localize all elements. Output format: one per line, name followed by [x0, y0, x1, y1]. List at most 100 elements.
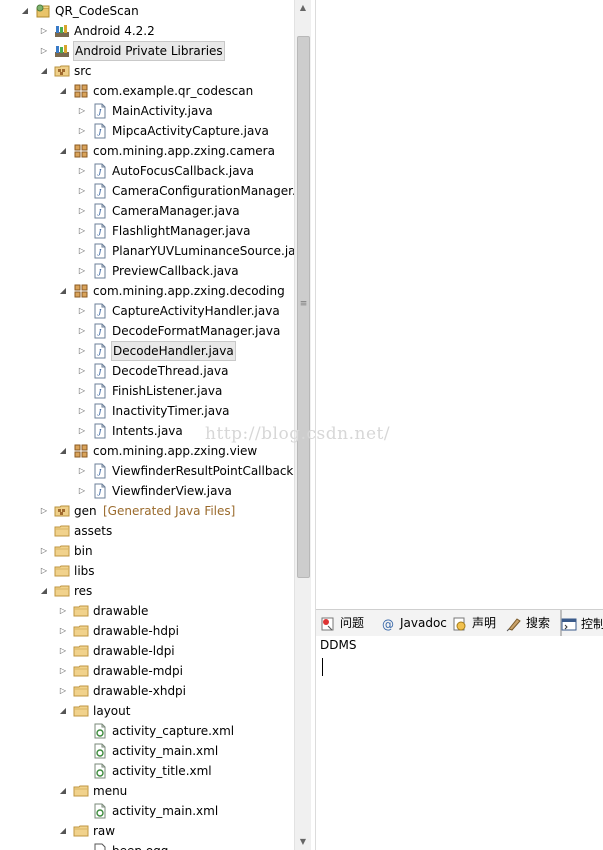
folder-icon — [73, 663, 89, 679]
tree-item-label: activity_main.xml — [112, 744, 219, 758]
tree-collapsed-arrow-icon[interactable]: ▷ — [77, 421, 87, 441]
tree-item-label: ViewfinderResultPointCallback.java — [112, 464, 294, 478]
tree-item-label: assets — [74, 524, 113, 538]
tree-expanded-arrow-icon[interactable]: ◢ — [20, 1, 30, 21]
tree-collapsed-arrow-icon[interactable]: ▷ — [58, 601, 68, 621]
tree-collapsed-arrow-icon[interactable]: ▷ — [77, 261, 87, 281]
tree-collapsed-arrow-icon[interactable]: ▷ — [77, 461, 87, 481]
java-file-icon: J — [92, 163, 108, 179]
tree-item-label: ViewfinderView.java — [112, 484, 232, 498]
tree-collapsed-arrow-icon[interactable]: ▷ — [77, 101, 87, 121]
folder-icon — [73, 643, 89, 659]
search-icon — [506, 615, 522, 632]
tree-collapsed-arrow-icon[interactable]: ▷ — [39, 21, 49, 41]
file-icon — [92, 843, 108, 850]
tree-collapsed-arrow-icon[interactable]: ▷ — [58, 621, 68, 641]
java-file-icon: J — [92, 343, 108, 359]
tree-expanded-arrow-icon[interactable]: ◢ — [58, 141, 68, 161]
tree-item-label: drawable-mdpi — [93, 664, 183, 678]
tree-item-label: drawable — [93, 604, 149, 618]
scrollbar-thumb[interactable]: ≡ — [297, 36, 310, 578]
tree-item-label: CameraConfigurationManager.java — [112, 184, 294, 198]
folder-icon — [73, 623, 89, 639]
console-icon — [561, 616, 577, 632]
folder-icon — [54, 543, 70, 559]
tree-collapsed-arrow-icon[interactable]: ▷ — [77, 201, 87, 221]
tree-item-label: gen — [74, 504, 97, 518]
console-view[interactable]: DDMS — [316, 636, 603, 850]
problems-icon — [320, 615, 336, 631]
java-file-icon: J — [92, 483, 108, 499]
tree-collapsed-arrow-icon[interactable]: ▷ — [77, 121, 87, 141]
project-icon — [35, 3, 51, 19]
tree-collapsed-arrow-icon[interactable]: ▷ — [77, 361, 87, 381]
tab-label: 声明 — [472, 616, 497, 630]
java-file-icon: J — [92, 303, 108, 319]
tree-item-label: InactivityTimer.java — [112, 404, 230, 418]
tree-item-label: FinishListener.java — [112, 384, 223, 398]
java-file-icon: J — [92, 123, 108, 139]
tree-collapsed-arrow-icon[interactable]: ▷ — [77, 481, 87, 501]
tree-item-label: raw — [93, 824, 116, 838]
tree-item-label: res — [74, 584, 93, 598]
scroll-down-arrow-icon[interactable]: ▼ — [295, 834, 311, 850]
java-file-icon: J — [92, 383, 108, 399]
tree-expanded-arrow-icon[interactable]: ◢ — [58, 821, 68, 841]
tree-item-label: CameraManager.java — [112, 204, 240, 218]
tree-item-label: drawable-hdpi — [93, 624, 179, 638]
tree-expanded-arrow-icon[interactable]: ◢ — [58, 81, 68, 101]
library-icon — [54, 23, 70, 39]
package-icon — [73, 83, 89, 99]
java-file-icon: J — [92, 363, 108, 379]
tree-collapsed-arrow-icon[interactable]: ▷ — [77, 241, 87, 261]
source-folder-icon — [54, 63, 70, 79]
tree-collapsed-arrow-icon[interactable]: ▷ — [77, 341, 87, 361]
tree-collapsed-arrow-icon[interactable]: ▷ — [39, 501, 49, 521]
tree-collapsed-arrow-icon[interactable]: ▷ — [39, 561, 49, 581]
tree-item-label: AutoFocusCallback.java — [112, 164, 255, 178]
folder-icon — [73, 703, 89, 719]
tree-item-label: DecodeHandler.java — [111, 341, 236, 361]
tab-console[interactable]: 控制 — [560, 610, 603, 637]
folder-icon — [54, 583, 70, 599]
tree-collapsed-arrow-icon[interactable]: ▷ — [77, 381, 87, 401]
tree-item-label: menu — [93, 784, 128, 798]
tree-collapsed-arrow-icon[interactable]: ▷ — [39, 41, 49, 61]
tree-collapsed-arrow-icon[interactable]: ▷ — [77, 401, 87, 421]
tree-collapsed-arrow-icon[interactable]: ▷ — [58, 661, 68, 681]
java-file-icon: J — [92, 323, 108, 339]
tree-expanded-arrow-icon[interactable]: ◢ — [58, 441, 68, 461]
java-file-icon: J — [92, 183, 108, 199]
xml-file-icon — [92, 723, 108, 739]
watermark: http://blog.csdn.net/ — [205, 424, 391, 444]
folder-icon — [54, 563, 70, 579]
tree-item-label: FlashlightManager.java — [112, 224, 251, 238]
java-file-icon: J — [92, 203, 108, 219]
tree-item-label: Android Private Libraries — [73, 41, 225, 61]
tree-expanded-arrow-icon[interactable]: ◢ — [58, 281, 68, 301]
xml-file-icon — [92, 803, 108, 819]
tree-collapsed-arrow-icon[interactable]: ▷ — [77, 301, 87, 321]
tree-expanded-arrow-icon[interactable]: ◢ — [39, 581, 49, 601]
tree-collapsed-arrow-icon[interactable]: ▷ — [77, 181, 87, 201]
java-file-icon: J — [92, 263, 108, 279]
scroll-up-arrow-icon[interactable]: ▲ — [295, 0, 311, 16]
tree-item-label: libs — [74, 564, 95, 578]
declaration-icon — [452, 615, 468, 631]
tree-collapsed-arrow-icon[interactable]: ▷ — [58, 681, 68, 701]
editor-area[interactable] — [316, 0, 603, 606]
java-file-icon: J — [92, 463, 108, 479]
bottom-panel-tabs: 问题 @ Javadoc 声明 搜索 控制 — [316, 609, 603, 637]
tree-collapsed-arrow-icon[interactable]: ▷ — [77, 221, 87, 241]
java-file-icon: J — [92, 243, 108, 259]
tab-label: 问题 — [340, 616, 365, 630]
tree-collapsed-arrow-icon[interactable]: ▷ — [77, 161, 87, 181]
tree-expanded-arrow-icon[interactable]: ◢ — [58, 781, 68, 801]
tree-collapsed-arrow-icon[interactable]: ▷ — [58, 641, 68, 661]
tree-collapsed-arrow-icon[interactable]: ▷ — [77, 321, 87, 341]
tree-expanded-arrow-icon[interactable]: ◢ — [39, 61, 49, 81]
tree-item-label: com.mining.app.zxing.camera — [93, 144, 275, 158]
package-icon — [73, 283, 89, 299]
tree-collapsed-arrow-icon[interactable]: ▷ — [39, 541, 49, 561]
tree-expanded-arrow-icon[interactable]: ◢ — [58, 701, 68, 721]
